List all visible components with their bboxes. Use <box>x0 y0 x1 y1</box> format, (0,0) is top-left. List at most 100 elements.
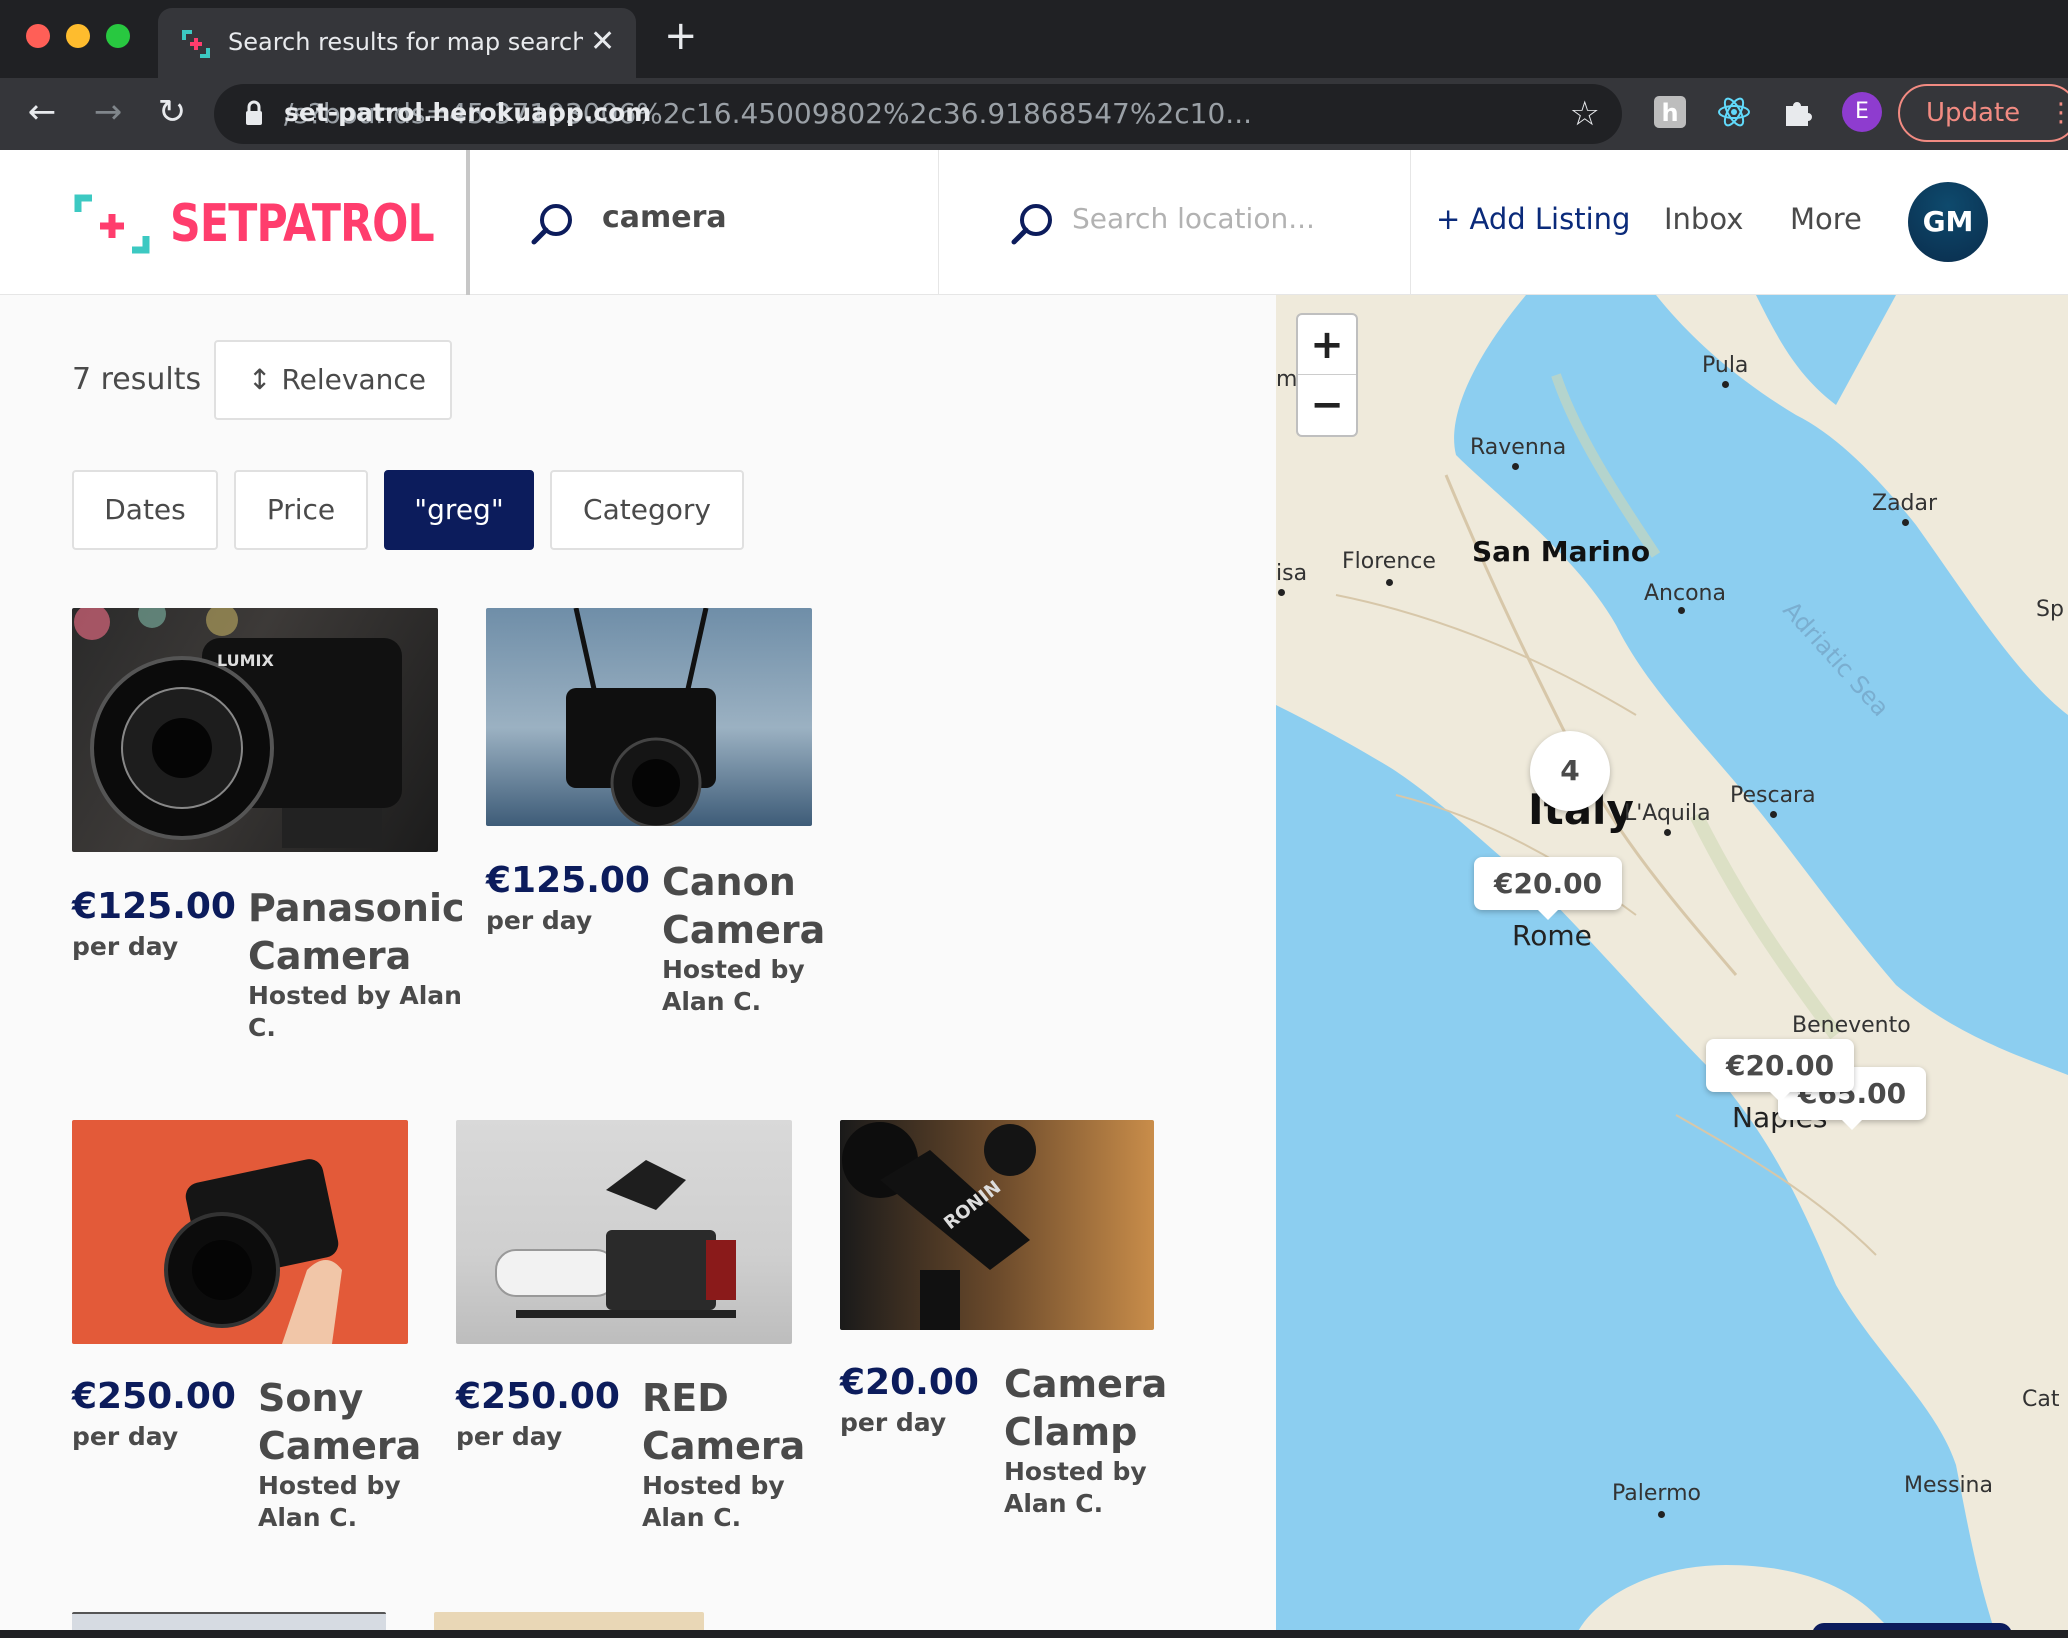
header-divider <box>938 150 939 295</box>
map-label-split: Sp <box>2036 597 2064 622</box>
add-listing-link[interactable]: + Add Listing <box>1436 202 1630 236</box>
puzzle-extensions-icon[interactable] <box>1780 94 1816 130</box>
zoom-out-button[interactable]: − <box>1298 375 1356 435</box>
listing-title[interactable]: Sony Camera <box>258 1374 421 1470</box>
browser-toolbar: ← → ↻ set-patrol.herokuapp.com/s?bounds=… <box>0 78 2068 150</box>
app-header: SETPATROL camera Search location... + Ad… <box>0 150 2068 295</box>
svg-text:h: h <box>1661 99 1678 127</box>
location-search-input[interactable]: Search location... <box>1072 202 1315 235</box>
window-bottom-edge <box>0 1630 2068 1638</box>
map-city-dot <box>1386 579 1393 586</box>
map-city-dot <box>1770 811 1777 818</box>
header-divider <box>466 150 470 295</box>
tab-close-icon[interactable]: ✕ <box>590 24 615 59</box>
window-close-button[interactable] <box>26 24 50 48</box>
listing-price: €125.00 <box>72 886 236 927</box>
inbox-link[interactable]: Inbox <box>1664 202 1743 236</box>
more-link[interactable]: More <box>1790 202 1862 236</box>
update-button[interactable]: Update ⋮ <box>1898 84 2068 142</box>
listing-title[interactable]: Camera Clamp <box>1004 1360 1167 1456</box>
map-label-messina: Messina <box>1904 1473 1993 1498</box>
map-label: m <box>1276 367 1298 392</box>
map-cluster-marker[interactable]: 4 <box>1530 731 1610 811</box>
listing-title[interactable]: RED Camera <box>642 1374 805 1470</box>
map-label-catania: Cat <box>2022 1387 2060 1412</box>
new-tab-button[interactable]: + <box>664 16 698 56</box>
listing-price: €20.00 <box>840 1362 979 1403</box>
map-tiles <box>1276 295 2068 1635</box>
map-label-san-marino: San Marino <box>1472 535 1651 568</box>
setpatrol-logo[interactable]: SETPATROL <box>74 194 492 254</box>
user-avatar[interactable]: GM <box>1908 182 1988 262</box>
map-label-rome: Rome <box>1512 919 1592 952</box>
listing-price-unit: per day <box>72 932 179 961</box>
map-price-marker[interactable]: €20.00 <box>1474 857 1623 920</box>
listing-title[interactable]: Canon Camera <box>662 858 825 954</box>
keyword-search-input[interactable]: camera <box>602 200 727 235</box>
sort-button[interactable]: ↕ Relevance <box>214 340 452 420</box>
kebab-menu-icon[interactable]: ⋮ <box>2048 86 2068 140</box>
listing-price: €250.00 <box>72 1376 236 1417</box>
filter-category-button[interactable]: Category <box>550 470 744 550</box>
map-label-pisa: isa <box>1276 561 1308 586</box>
map-city-dot <box>1278 589 1285 596</box>
listing-image-panasonic[interactable]: LUMIX <box>72 608 438 852</box>
map-price-marker[interactable]: €20.00 <box>1706 1039 1855 1102</box>
tab-title: Search results for map search | S <box>228 28 583 56</box>
listing-image-sony[interactable] <box>72 1120 408 1344</box>
camera-photo-icon <box>495 1160 736 1318</box>
forward-arrow-icon[interactable]: → <box>88 92 128 132</box>
profile-avatar[interactable]: E <box>1842 92 1882 132</box>
listing-image-clamp[interactable]: RONIN <box>840 1120 1154 1330</box>
listing-image-canon[interactable] <box>486 608 812 826</box>
setpatrol-favicon-icon <box>182 30 210 58</box>
logo-mark-icon <box>74 194 150 254</box>
listing-price-unit: per day <box>486 906 593 935</box>
listing-price-unit: per day <box>456 1422 563 1451</box>
map-label-ancona: Ancona <box>1644 581 1726 606</box>
react-devtools-icon[interactable] <box>1716 94 1752 130</box>
filter-keyword-button[interactable]: "greg" <box>384 470 534 550</box>
window-zoom-button[interactable] <box>106 24 130 48</box>
map-label-benevento: Benevento <box>1792 1013 1911 1038</box>
listing-host: Hosted by Alan C. <box>248 981 462 1042</box>
map-city-dot <box>1902 519 1909 526</box>
bookmark-star-icon[interactable]: ☆ <box>1570 94 1600 134</box>
map-city-dot <box>1664 829 1671 836</box>
camera-photo-icon <box>566 608 716 826</box>
url-text: set-patrol.herokuapp.com/s?bounds=45.371… <box>284 97 1253 130</box>
filter-price-button[interactable]: Price <box>234 470 368 550</box>
map-zoom-control: + − <box>1296 313 1358 437</box>
filter-dates-button[interactable]: Dates <box>72 470 218 550</box>
map-city-dot <box>1678 607 1685 614</box>
map-city-dot <box>1512 463 1519 470</box>
search-icon <box>531 204 572 245</box>
back-arrow-icon[interactable]: ← <box>22 92 62 132</box>
listing-price-unit: per day <box>72 1422 179 1451</box>
map-label-pula: Pula <box>1702 353 1749 378</box>
listing-title[interactable]: Panasonic Camera <box>248 884 465 980</box>
logo-text: SETPATROL <box>170 194 435 254</box>
map-city-dot <box>1722 381 1729 388</box>
map-city-dot <box>1658 1511 1665 1518</box>
browser-tab[interactable]: Search results for map search | S ✕ <box>158 8 636 78</box>
listing-image-red[interactable] <box>456 1120 792 1344</box>
map-label-palermo: Palermo <box>1612 1481 1701 1506</box>
window-minimize-button[interactable] <box>66 24 90 48</box>
listing-host: Hosted by Alan C. <box>1004 1457 1147 1518</box>
listing-price-unit: per day <box>840 1408 947 1437</box>
camera-photo-icon: RONIN <box>842 1122 1036 1330</box>
listing-host: Hosted by Alan C. <box>642 1471 785 1532</box>
map-label-florence: Florence <box>1342 549 1436 574</box>
map-label-pescara: Pescara <box>1730 783 1816 808</box>
reload-icon[interactable]: ↻ <box>152 92 192 132</box>
listing-host: Hosted by Alan C. <box>662 955 805 1016</box>
zoom-in-button[interactable]: + <box>1298 315 1356 375</box>
browser-tab-bar: Search results for map search | S ✕ + <box>0 0 2068 78</box>
location-search-icon <box>1011 204 1052 245</box>
listing-host: Hosted by Alan C. <box>258 1471 401 1532</box>
svg-text:LUMIX: LUMIX <box>217 651 274 670</box>
extension-h-icon[interactable]: h <box>1652 94 1688 130</box>
address-bar[interactable]: set-patrol.herokuapp.com/s?bounds=45.371… <box>214 84 1622 144</box>
map-panel[interactable]: + − m Pula Ravenna Zadar San Marino Flor… <box>1276 295 2068 1635</box>
